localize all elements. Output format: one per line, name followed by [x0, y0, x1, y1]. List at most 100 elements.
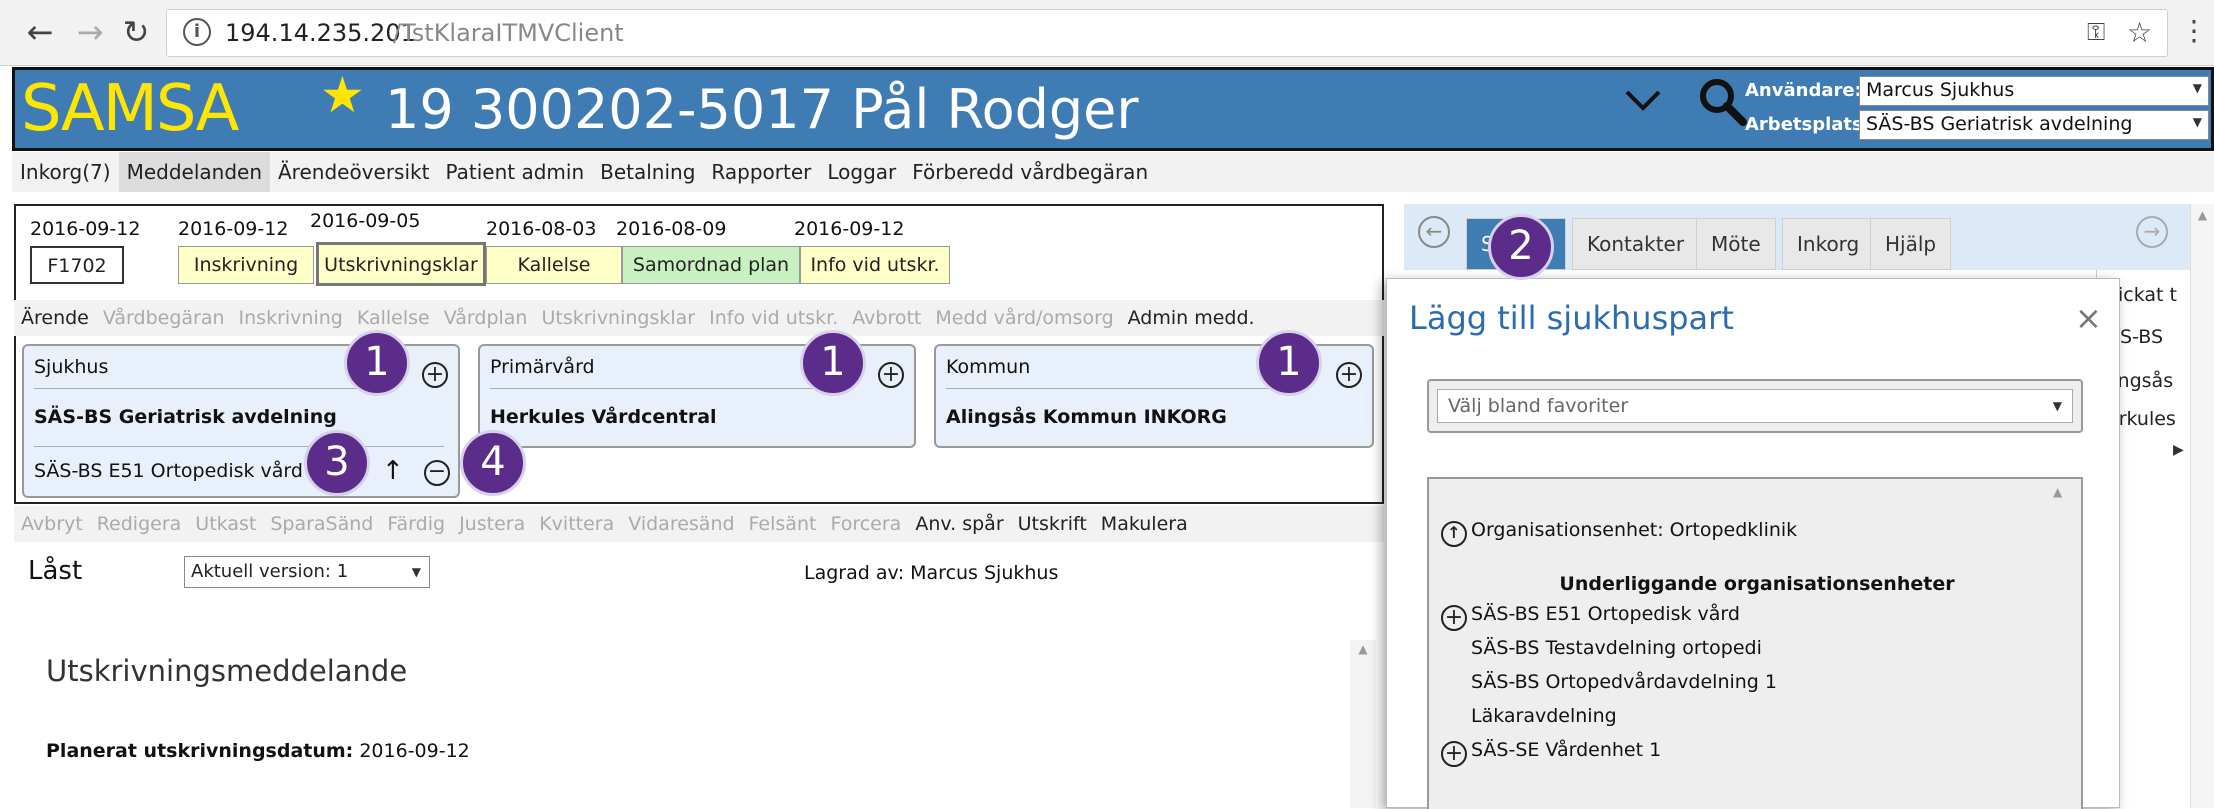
browser-toolbar: ← → ↻ i 194.14.235.201 /TstKlaraITMVClie… — [0, 0, 2214, 66]
org-unit-item[interactable]: SÄS-BS E51 Ortopedisk vård — [1471, 603, 1740, 625]
org-unit-item[interactable]: SÄS-BS Testavdelning ortopedi — [1471, 637, 1762, 659]
tab-hjalp[interactable]: Hjälp — [1870, 218, 1952, 270]
callout-badge: 1 — [344, 330, 410, 396]
party-unit: Alingsås Kommun INKORG — [946, 406, 1227, 428]
favorites-box: Välj bland favoriter ▼ — [1427, 379, 2083, 433]
favorite-star-icon[interactable]: ★ — [320, 66, 365, 124]
saved-by: Lagrad av: Marcus Sjukhus — [804, 562, 1059, 584]
action-felsant[interactable]: Felsänt — [742, 506, 824, 542]
key-icon[interactable]: ⚿ — [2087, 18, 2105, 46]
add-party-icon[interactable]: + — [878, 362, 904, 388]
sub-units-heading: Underliggande organisationsenheter — [1559, 573, 1955, 595]
divider — [946, 388, 1286, 389]
content-scrollbar[interactable]: ▲ — [1350, 640, 1376, 808]
stage-inskrivning[interactable]: Inskrivning — [178, 246, 314, 284]
reload-icon[interactable]: ↻ — [116, 10, 156, 54]
scroll-up-icon[interactable]: ▲ — [2191, 204, 2214, 222]
planned-date-value: 2016-09-12 — [359, 740, 470, 762]
action-vidaresand[interactable]: Vidaresänd — [621, 506, 741, 542]
forward-icon[interactable]: → — [70, 10, 110, 54]
action-redigera[interactable]: Redigera — [90, 506, 189, 542]
action-justera[interactable]: Justera — [452, 506, 532, 542]
favorites-select[interactable]: Välj bland favoriter ▼ — [1437, 389, 2073, 423]
menu-loggar[interactable]: Loggar — [819, 152, 904, 192]
sub-avbrott[interactable]: Avbrott — [845, 300, 928, 336]
sub-vardbegaran[interactable]: Vårdbegäran — [96, 300, 232, 336]
menu-forberedd-vardbegaran[interactable]: Förberedd vårdbegäran — [904, 152, 1156, 192]
arrow-left-icon[interactable]: ← — [1418, 216, 1450, 248]
app-logo[interactable]: SAMSA — [21, 72, 239, 146]
action-utskrift[interactable]: Utskrift — [1011, 506, 1094, 542]
tab-mote[interactable]: Möte — [1696, 218, 1776, 270]
scroll-right-icon[interactable]: ▶ — [2173, 442, 2184, 458]
action-fardig[interactable]: Färdig — [380, 506, 452, 542]
action-sparasand[interactable]: SparaSänd — [263, 506, 380, 542]
stage-date: 2016-09-05 — [310, 210, 421, 232]
browser-menu-icon[interactable]: ⋮ — [2180, 14, 2208, 47]
add-party-icon[interactable]: + — [1336, 362, 1362, 388]
callout-badge: 2 — [1488, 214, 1554, 280]
action-utkast[interactable]: Utkast — [188, 506, 263, 542]
planned-date-row: Planerat utskrivningsdatum: 2016-09-12 — [46, 740, 470, 762]
dropdown-arrow-icon: ▼ — [2192, 81, 2202, 95]
menu-betalning[interactable]: Betalning — [592, 152, 703, 192]
close-icon[interactable]: × — [2075, 299, 2102, 337]
arrow-right-icon[interactable]: → — [2136, 216, 2168, 248]
tab-inkorg[interactable]: Inkorg — [1782, 218, 1875, 270]
scroll-up-icon[interactable]: ▲ — [2053, 485, 2062, 499]
add-party-icon[interactable]: + — [422, 362, 448, 388]
address-bar[interactable]: i 194.14.235.201 /TstKlaraITMVClient ⚿ ☆ — [166, 9, 2168, 57]
arrow-up-icon[interactable]: ↑ — [382, 456, 404, 486]
callout-badge: 4 — [460, 430, 526, 496]
navigate-up-icon[interactable]: ↑ — [1441, 521, 1467, 547]
case-sub-menu: Ärende Vårdbegäran Inskrivning Kallelse Vård… — [14, 300, 1384, 336]
page-scrollbar[interactable]: ▲ — [2190, 204, 2214, 808]
scroll-up-icon[interactable]: ▲ — [1350, 640, 1376, 656]
app-header: SAMSA ★ 19 300202-5017 Pål Rodger Använd… — [12, 66, 2214, 151]
lock-status: Låst — [28, 556, 83, 586]
org-unit-item[interactable]: Läkaravdelning — [1471, 705, 1617, 727]
user-select[interactable]: Marcus Sjukhus ▼ — [1859, 76, 2209, 106]
divider — [34, 446, 444, 447]
party-title: Kommun — [946, 356, 1031, 378]
stage-info-vid-utskr[interactable]: Info vid utskr. — [800, 246, 950, 284]
menu-inkorg[interactable]: Inkorg(7) — [12, 152, 119, 192]
sub-admin-medd[interactable]: Admin medd. — [1121, 300, 1262, 336]
message-heading: Utskrivningsmeddelande — [46, 654, 408, 688]
version-select[interactable]: Aktuell version: 1 ▼ — [184, 556, 430, 588]
chevron-down-icon[interactable] — [1623, 80, 1663, 129]
action-forcera[interactable]: Forcera — [823, 506, 908, 542]
remove-icon[interactable]: − — [424, 460, 450, 486]
party-title: Primärvård — [490, 356, 595, 378]
stage-utskrivningsklar[interactable]: Utskrivningsklar — [316, 242, 486, 286]
bookmark-star-icon[interactable]: ☆ — [2127, 16, 2152, 49]
info-icon[interactable]: i — [183, 18, 211, 46]
expand-icon[interactable]: + — [1441, 605, 1467, 631]
planned-date-label: Planerat utskrivningsdatum: — [46, 740, 354, 762]
menu-meddelanden[interactable]: Meddelanden — [118, 152, 270, 192]
sub-arende[interactable]: Ärende — [14, 300, 96, 336]
sub-medd-vard-omsorg[interactable]: Medd vård/omsorg — [928, 300, 1120, 336]
stage-kallelse[interactable]: Kallelse — [486, 246, 622, 284]
menu-rapporter[interactable]: Rapporter — [703, 152, 819, 192]
action-makulera[interactable]: Makulera — [1094, 506, 1195, 542]
sub-inskrivning[interactable]: Inskrivning — [232, 300, 350, 336]
action-anv-spar[interactable]: Anv. spår — [908, 506, 1010, 542]
expand-icon[interactable]: + — [1441, 741, 1467, 767]
action-avbryt[interactable]: Avbryt — [14, 506, 90, 542]
sub-utskrivningsklar[interactable]: Utskrivningsklar — [534, 300, 702, 336]
sub-kallelse[interactable]: Kallelse — [350, 300, 437, 336]
org-unit-item[interactable]: SÄS-SE Vårdenhet 1 — [1471, 739, 1661, 761]
tab-kontakter[interactable]: Kontakter — [1572, 218, 1700, 270]
org-unit-item[interactable]: SÄS-BS Ortopedvårdavdelning 1 — [1471, 671, 1777, 693]
stage-date: 2016-08-09 — [616, 218, 727, 240]
case-id-box[interactable]: F1702 — [30, 246, 124, 284]
sub-vardplan[interactable]: Vårdplan — [437, 300, 535, 336]
action-kvittera[interactable]: Kvittera — [532, 506, 621, 542]
back-icon[interactable]: ← — [20, 10, 60, 54]
menu-patient-admin[interactable]: Patient admin — [437, 152, 592, 192]
workplace-select[interactable]: SÄS-BS Geriatrisk avdelning ▼ — [1859, 110, 2209, 140]
stage-samordnad-plan[interactable]: Samordnad plan — [622, 246, 800, 284]
menu-arendeoversikt[interactable]: Ärendeöversikt — [270, 152, 437, 192]
dialog-title: Lägg till sjukhuspart — [1409, 299, 1734, 337]
